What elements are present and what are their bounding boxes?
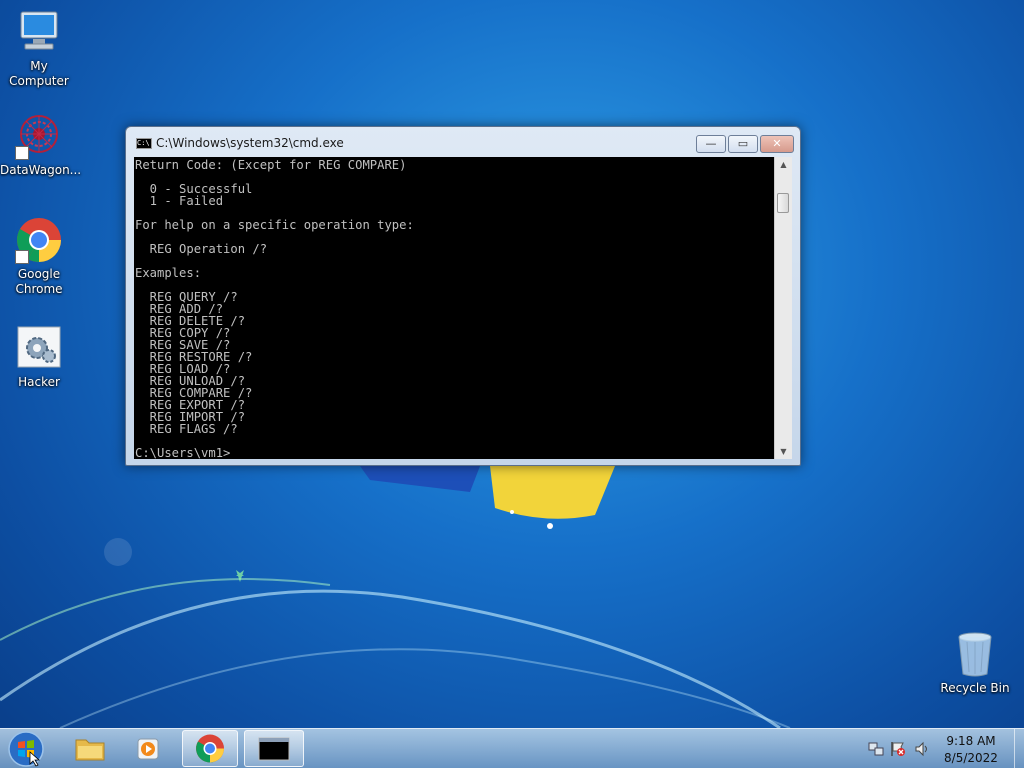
taskbar-media-player[interactable]	[122, 730, 178, 767]
console-line: 0 - Successful	[135, 182, 253, 196]
console-line: REG Operation /?	[135, 242, 268, 256]
close-button[interactable]: ✕	[760, 135, 794, 153]
taskbar: 9:18 AM 8/5/2022	[0, 728, 1024, 768]
vertical-scrollbar[interactable]: ▲ ▼	[774, 157, 792, 459]
clock-date[interactable]: 8/5/2022	[936, 751, 1006, 765]
console-output[interactable]: Return Code: (Except for REG COMPARE) 0 …	[134, 157, 774, 459]
media-player-icon	[137, 738, 159, 760]
desktop-icon-label: Google Chrome	[15, 267, 63, 296]
cmd-window[interactable]: C:\ C:\Windows\system32\cmd.exe — ▭ ✕ Re…	[125, 126, 801, 466]
clock-time[interactable]: 9:18 AM	[936, 734, 1006, 748]
cmd-icon: C:\	[136, 138, 152, 149]
console-line: Examples:	[135, 266, 202, 280]
volume-icon[interactable]	[914, 741, 930, 757]
console-line: C:\Users\vm1>	[135, 446, 231, 459]
window-title: C:\Windows\system32\cmd.exe	[156, 136, 344, 150]
desktop-icon-my-computer[interactable]: My Computer	[0, 8, 78, 89]
console-line: REG DELETE /?	[135, 314, 246, 328]
datawagon-icon	[15, 112, 63, 160]
gear-icon	[15, 324, 63, 372]
desktop-icon-recycle-bin[interactable]: Recycle Bin	[936, 630, 1014, 696]
windows-logo-icon	[8, 731, 44, 767]
scroll-up-icon[interactable]: ▲	[775, 157, 792, 172]
desktop-icon-datawagon[interactable]: DataWagon...	[0, 112, 82, 178]
taskbar-chrome[interactable]	[182, 730, 238, 767]
shortcut-arrow-icon	[15, 250, 29, 264]
maximize-button[interactable]: ▭	[728, 135, 758, 153]
computer-icon	[15, 8, 63, 56]
taskbar-explorer[interactable]	[62, 730, 118, 767]
console-line: REG FLAGS /?	[135, 422, 238, 436]
scroll-thumb[interactable]	[777, 193, 789, 213]
shortcut-arrow-icon	[15, 146, 29, 160]
action-center-flag-icon[interactable]	[890, 741, 906, 757]
start-button[interactable]	[6, 730, 46, 768]
desktop-icon-label: My Computer	[9, 59, 69, 88]
taskbar-cmd[interactable]	[244, 730, 304, 767]
title-bar[interactable]: C:\ C:\Windows\system32\cmd.exe — ▭ ✕	[126, 127, 800, 157]
console-line: REG COPY /?	[135, 326, 231, 340]
desktop-icon-google-chrome[interactable]: Google Chrome	[0, 216, 78, 297]
desktop-icon-label: DataWagon...	[0, 163, 82, 177]
console-line: Return Code: (Except for REG COMPARE)	[135, 158, 407, 172]
console-line: For help on a specific operation type:	[135, 218, 414, 232]
folder-icon	[75, 739, 105, 761]
network-icon[interactable]	[868, 741, 884, 757]
show-desktop-button[interactable]	[1014, 729, 1024, 768]
chrome-icon	[196, 734, 224, 763]
minimize-button[interactable]: —	[696, 135, 726, 153]
console-line: REG QUERY /?	[135, 290, 238, 304]
chrome-icon	[15, 216, 63, 264]
desktop-icon-label: Hacker	[18, 375, 60, 389]
desktop-icon-hacker[interactable]: Hacker	[0, 324, 78, 390]
desktop-icon-label: Recycle Bin	[940, 681, 1010, 695]
system-tray: 9:18 AM 8/5/2022	[862, 729, 1024, 768]
desktop[interactable]: My Computer DataWagon... Google Chrome H…	[0, 0, 1024, 768]
cmd-icon	[258, 737, 290, 761]
scroll-down-icon[interactable]: ▼	[775, 444, 792, 459]
recycle-bin-icon	[951, 630, 999, 678]
console-line: 1 - Failed	[135, 194, 224, 208]
console-line: REG RESTORE /?	[135, 350, 253, 364]
